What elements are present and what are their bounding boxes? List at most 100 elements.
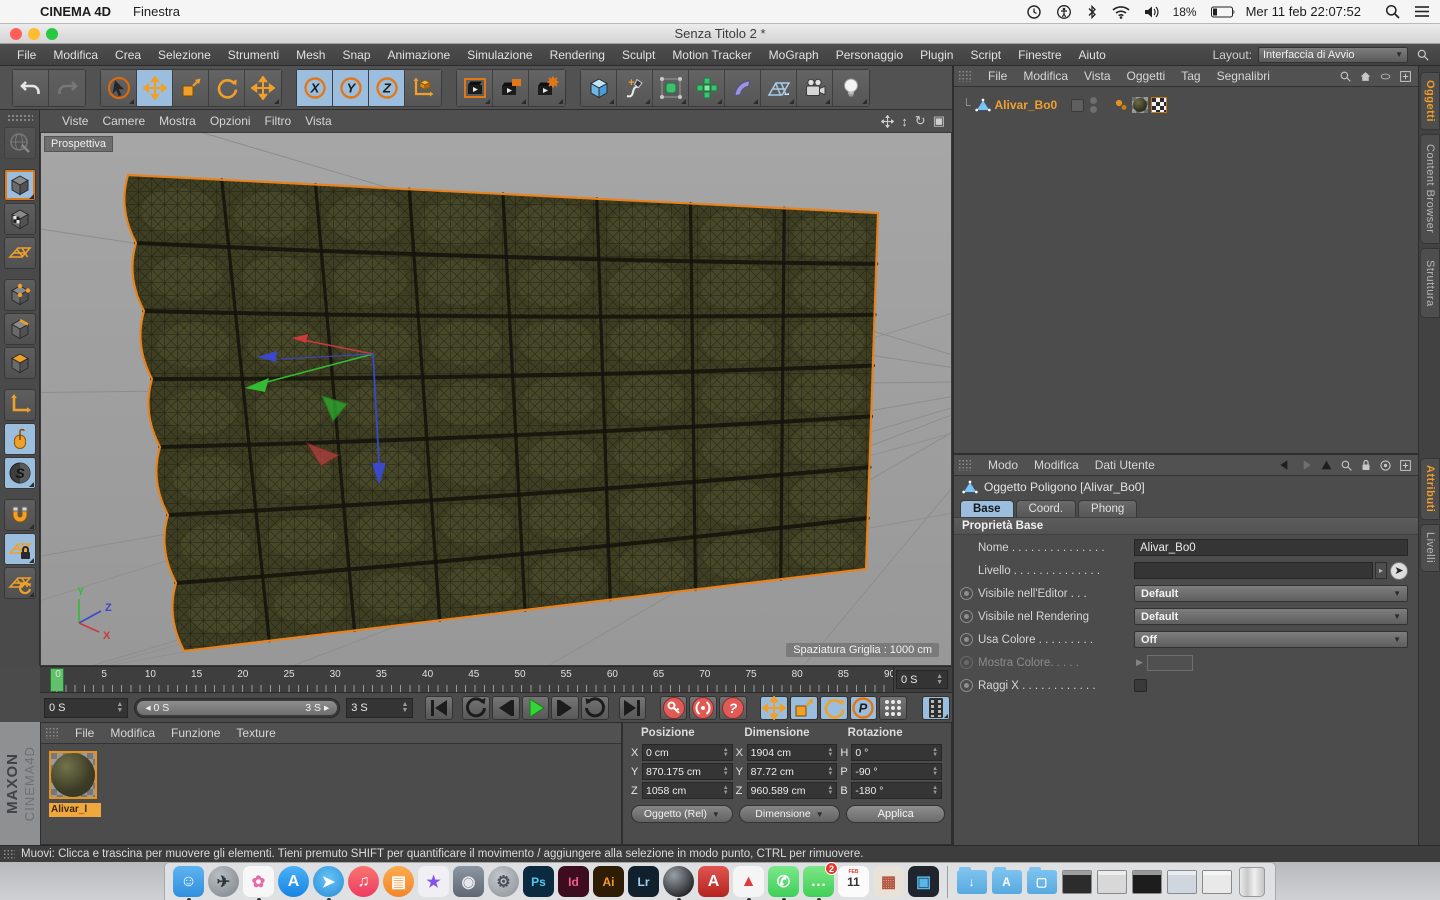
visible-render-dropdown[interactable]: Default ▼ (1134, 608, 1408, 625)
menu-item-filtro[interactable]: Filtro (265, 114, 292, 128)
menu-item-script[interactable]: Script (970, 48, 1001, 62)
autokey-button[interactable] (689, 695, 718, 720)
size-z-input[interactable]: 960.589 cm ▲ ▼ (746, 782, 838, 799)
material-name[interactable]: Alivar_l (49, 803, 101, 817)
menu-item-selezione[interactable]: Selezione (158, 48, 211, 62)
play-button[interactable] (521, 695, 550, 720)
tab-oggetti[interactable]: Oggetti (1420, 72, 1440, 130)
soft-selection-button[interactable]: S (3, 457, 36, 489)
accessibility-icon[interactable] (1056, 4, 1072, 20)
tab-phong[interactable]: Phong (1078, 500, 1138, 517)
object-row-alivar[interactable]: └ Alivar_Bo0 (954, 95, 1418, 115)
animate-toggle-icon[interactable] (960, 610, 973, 623)
menu-finestra[interactable]: Finestra (133, 4, 180, 19)
time-machine-icon[interactable] (1026, 4, 1042, 20)
key-position-toggle[interactable] (760, 695, 789, 720)
om-search-icon[interactable] (1339, 70, 1352, 83)
toolbar-grip[interactable] (6, 114, 33, 122)
menu-item-file[interactable]: File (17, 48, 36, 62)
dock-icon-safari[interactable]: ➤ (313, 866, 344, 897)
light-button[interactable] (833, 69, 869, 106)
viewport-toggle-icon[interactable]: ▣ (933, 113, 945, 129)
object-manager-grip[interactable] (958, 70, 972, 82)
key-pla-toggle[interactable] (879, 695, 907, 720)
commander-search-icon[interactable] (1416, 48, 1430, 62)
menu-item-crea[interactable]: Crea (115, 48, 141, 62)
menu-item-modifica[interactable]: Modifica (1034, 458, 1079, 472)
timeline-start-spinner[interactable]: 0 S ▲ ▼ (44, 697, 129, 718)
workplane-align-button[interactable] (3, 567, 36, 599)
om-path-icon[interactable] (1379, 70, 1392, 83)
pos-y-input[interactable]: 870.175 cm ▲ ▼ (642, 763, 733, 780)
menu-item-personaggio[interactable]: Personaggio (836, 48, 903, 62)
dock-icon-calendar[interactable]: 11 FEB (838, 866, 869, 897)
rot-b-input[interactable]: -180 ° ▲ ▼ (851, 782, 943, 799)
dock-icon-autocad[interactable]: A (698, 866, 729, 897)
texture-tag-icon[interactable] (1132, 97, 1149, 113)
add-cube-primitive-button[interactable] (581, 69, 617, 106)
live-selection-button[interactable] (101, 69, 137, 106)
bluetooth-icon[interactable] (1086, 4, 1098, 20)
dock-icon-finder[interactable]: ☺ (173, 866, 204, 897)
previous-frame-button[interactable] (491, 695, 520, 720)
spinner-arrows-icon[interactable]: ▲ ▼ (401, 701, 408, 714)
tab-coord[interactable]: Coord. (1015, 500, 1077, 517)
viewport-rotate-icon[interactable]: ↻ (915, 113, 926, 129)
viewport-pan-icon[interactable] (881, 114, 895, 128)
menu-item-finestre[interactable]: Finestre (1018, 48, 1061, 62)
timeline-range-scrollbar[interactable]: ◂ 0 S 3 S ▸ (134, 697, 341, 718)
viewport-3d-view[interactable]: Y Z X (41, 133, 952, 666)
volume-icon[interactable] (1144, 5, 1161, 19)
xray-checkbox[interactable] (1134, 679, 1147, 692)
render-settings-button[interactable] (529, 69, 565, 106)
menu-item-file[interactable]: File (988, 69, 1007, 83)
spinner-arrows-icon[interactable]: ▲ ▼ (936, 673, 943, 686)
layer-picker-icon[interactable]: ➤ (1390, 561, 1408, 580)
spinner-arrows-icon[interactable]: ▲ ▼ (116, 701, 123, 714)
attr-add-icon[interactable] (1399, 459, 1412, 472)
uvw-tag-icon[interactable] (1151, 97, 1168, 113)
dock-icon-itunes[interactable]: ♫ (348, 866, 379, 897)
rotate-tool-button[interactable] (209, 69, 245, 106)
phong-tag-icon[interactable] (1113, 97, 1129, 113)
lock-z-axis-button[interactable]: Z (369, 69, 405, 106)
viewport-zoom-icon[interactable]: ↕ (901, 114, 908, 129)
menu-item-dati-utente[interactable]: Dati Utente (1095, 458, 1155, 472)
material-grip[interactable] (45, 727, 59, 739)
menu-item-viste[interactable]: Viste (62, 114, 88, 128)
snap-button[interactable] (3, 499, 36, 531)
next-frame-button[interactable] (551, 695, 580, 720)
menu-item-segnalibri[interactable]: Segnalibri (1217, 69, 1270, 83)
rot-h-input[interactable]: 0 ° ▲ ▼ (851, 744, 943, 761)
menu-item-mograph[interactable]: MoGraph (769, 48, 819, 62)
window-titlebar[interactable]: Senza Titolo 2 * (0, 24, 1440, 44)
camera-label[interactable]: Prospettiva (44, 136, 114, 152)
menu-item-modifica[interactable]: Modifica (1023, 69, 1068, 83)
menu-item-sculpt[interactable]: Sculpt (622, 48, 655, 62)
base-properties-section[interactable]: Proprietà Base (954, 517, 1418, 535)
attr-search-icon[interactable] (1340, 459, 1353, 472)
dock-icon-facetime[interactable]: ✆ (768, 866, 799, 897)
key-parameter-toggle[interactable]: P (849, 695, 878, 720)
dock-icon-trash[interactable] (1236, 866, 1267, 897)
texture-mode-button[interactable] (3, 203, 36, 235)
size-y-input[interactable]: 87.72 cm ▲ ▼ (746, 763, 838, 780)
apply-button[interactable]: Applica (846, 805, 945, 823)
lock-icon[interactable] (1360, 459, 1372, 472)
menu-item-simulazione[interactable]: Simulazione (467, 48, 532, 62)
visible-editor-dropdown[interactable]: Default ▼ (1134, 585, 1408, 602)
menu-item-animazione[interactable]: Animazione (388, 48, 451, 62)
animate-toggle-icon[interactable] (960, 587, 973, 600)
dock-icon-folder-documents[interactable]: ▢ (1026, 866, 1057, 897)
key-scale-toggle[interactable] (790, 695, 818, 720)
om-home-icon[interactable] (1359, 70, 1372, 83)
model-mode-button[interactable] (3, 169, 36, 201)
menu-item-plugin[interactable]: Plugin (920, 48, 953, 62)
dock-icon-illustrator[interactable]: Ai (593, 866, 624, 897)
menu-item-oggetti[interactable]: Oggetti (1127, 69, 1166, 83)
spotlight-icon[interactable] (1385, 4, 1400, 19)
points-mode-button[interactable] (3, 279, 36, 311)
size-x-input[interactable]: 1904 cm ▲ ▼ (746, 744, 838, 761)
notification-center-icon[interactable] (1414, 5, 1430, 18)
display-color-swatch[interactable] (1146, 654, 1193, 671)
